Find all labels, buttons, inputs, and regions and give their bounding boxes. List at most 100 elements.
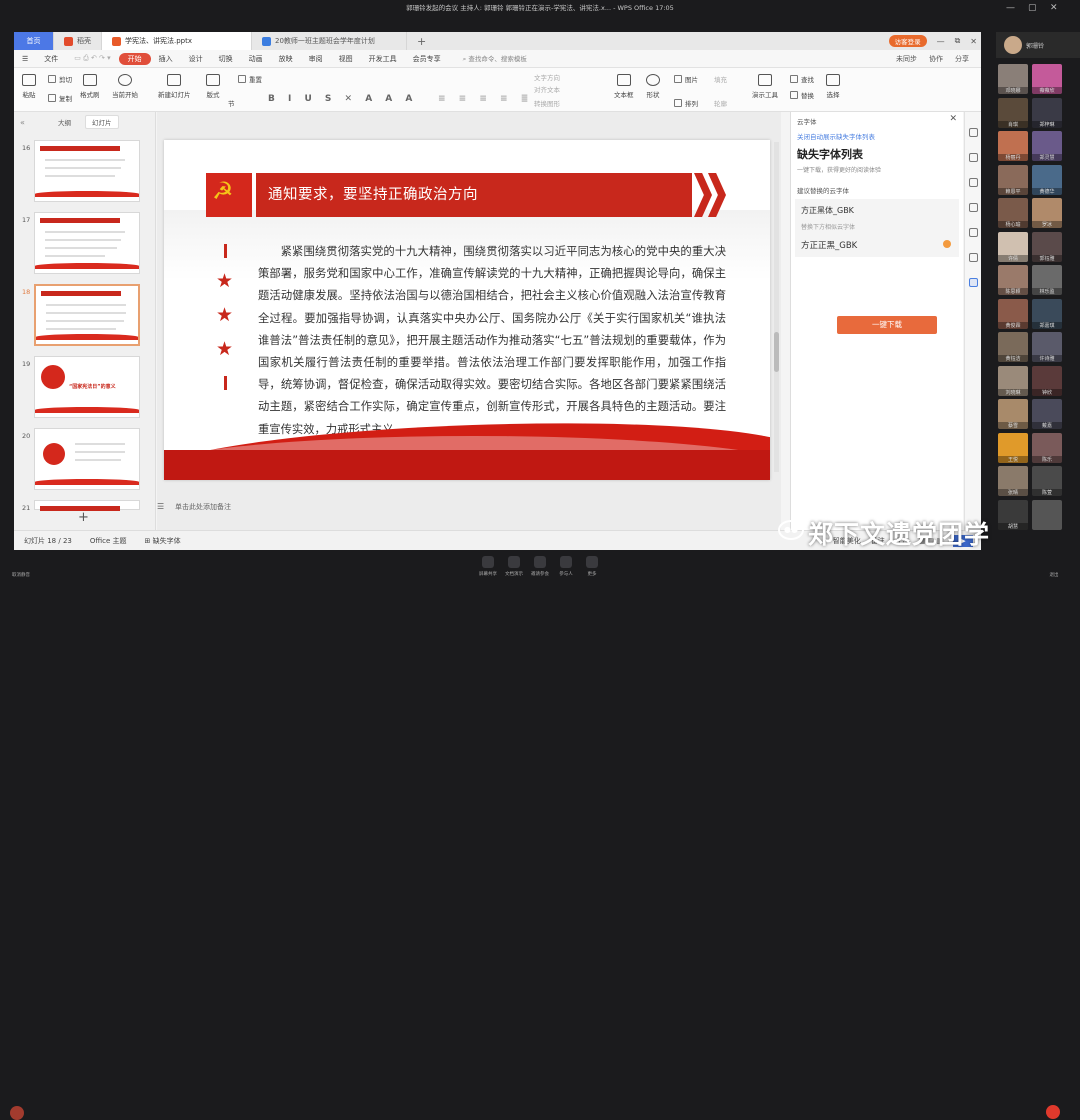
sync-status[interactable]: 未同步 <box>896 54 917 64</box>
invite-button[interactable]: 邀请参会 <box>526 556 554 577</box>
menu-transition[interactable]: 切换 <box>211 54 241 64</box>
participants-button[interactable]: 参与人 <box>552 556 580 577</box>
convert-smartart-button[interactable]: 转换图形 <box>534 98 560 108</box>
close-icon[interactable]: ✕ <box>970 37 977 46</box>
font-format-icons[interactable]: B I U S ✕ A A A <box>268 94 417 104</box>
participant-tile[interactable]: 肖琪 <box>998 97 1028 128</box>
section-button[interactable]: 节 <box>228 98 235 108</box>
participant-tile[interactable]: 黄钰洁 <box>998 332 1028 362</box>
new-slide-button[interactable]: 新建幻灯片 <box>158 74 191 99</box>
align-text-button[interactable]: 对齐文本 <box>534 84 560 94</box>
participant-tile[interactable]: 郭钰雅 <box>1032 231 1062 262</box>
maximize-icon[interactable]: ▢ <box>1028 3 1037 13</box>
restore-icon[interactable]: ⧉ <box>955 36 961 46</box>
participant-tile[interactable]: 蔡雪 <box>998 399 1028 429</box>
minimize-icon[interactable]: — <box>937 37 945 46</box>
reset-button[interactable]: 重置 <box>238 74 262 84</box>
participant-tile[interactable]: 王悦 <box>998 432 1028 463</box>
scrollbar-thumb[interactable] <box>774 332 779 372</box>
vertical-scrollbar[interactable] <box>774 142 779 472</box>
layout-button[interactable]: 版式 <box>206 74 220 99</box>
add-slide-icon[interactable]: + <box>78 510 89 525</box>
current-slide[interactable]: ☭ 通知要求，要坚持正确政治方向 ★ ★ ★ 紧紧围绕贯彻落实党的十九大精神，围… <box>164 140 770 480</box>
participant-tile[interactable]: 罗冰 <box>1032 198 1062 228</box>
slide-thumbnail-19[interactable]: “国家宪法日”的意义 <box>34 356 140 418</box>
adjust-icon[interactable] <box>968 128 978 137</box>
participant-tile[interactable]: 刘晓琳 <box>998 365 1028 396</box>
slide-thumbnail-20[interactable] <box>34 428 140 490</box>
slide-thumbnail-17[interactable] <box>34 212 140 274</box>
menu-design[interactable]: 设计 <box>181 54 211 64</box>
more-button[interactable]: 更多 <box>578 556 606 577</box>
participant-tile[interactable]: 郑梓琳 <box>1032 97 1062 128</box>
paragraph-icons[interactable]: ≡ ≡ ≡ ≡ ≣ <box>438 94 533 104</box>
slideshow-tools-button[interactable]: 演示工具 <box>752 74 778 99</box>
one-click-download-button[interactable]: 一键下载 <box>837 316 937 334</box>
picture-button[interactable]: 图片 <box>674 74 698 84</box>
tab-outline[interactable]: 大纲 <box>58 117 71 127</box>
format-painter-button[interactable]: 格式刷 <box>80 74 100 99</box>
menu-member[interactable]: 会员专享 <box>405 54 449 64</box>
text-box-button[interactable]: 文本框 <box>614 74 634 99</box>
screen-share-button[interactable]: 屏幕共享 <box>474 556 502 577</box>
menu-developer[interactable]: 开发工具 <box>361 54 405 64</box>
font-icon[interactable] <box>968 278 978 287</box>
drag-handle-icon[interactable]: ☰ <box>157 502 167 511</box>
command-search[interactable]: ⌕ 查找命令、搜索模板 <box>463 53 527 64</box>
outline-button[interactable]: 轮廓 <box>714 98 727 108</box>
select-button[interactable]: 选择 <box>826 74 840 99</box>
participant-tile[interactable]: 黄德华 <box>1032 164 1062 195</box>
shape-button[interactable]: 形状 <box>646 74 660 99</box>
participant-tile[interactable]: 陈萱 <box>1032 466 1062 496</box>
text-direction-button[interactable]: 文字方向 <box>534 72 560 82</box>
find-button[interactable]: 查找 <box>790 74 814 84</box>
participant-tile[interactable]: 杨心瑜 <box>998 198 1028 228</box>
participant-tile[interactable]: 陈乐 <box>1032 432 1062 463</box>
menu-review[interactable]: 审阅 <box>301 54 331 64</box>
fill-button[interactable]: 填充 <box>714 74 727 84</box>
notes-area[interactable]: ☰ 单击此处添加备注 <box>157 496 781 516</box>
menu-view[interactable]: 视图 <box>331 54 361 64</box>
login-button[interactable]: 访客登录 <box>888 35 927 47</box>
participant-tile[interactable]: 薇薇欣 <box>1032 64 1062 94</box>
missing-fonts-status[interactable]: ⊞ 缺失字体 <box>145 536 181 546</box>
transition-icon[interactable] <box>968 178 978 187</box>
arrange-button[interactable]: 排列 <box>674 98 698 108</box>
participant-tile[interactable]: 张晴 <box>998 466 1028 496</box>
comment-icon[interactable] <box>968 228 978 237</box>
participant-tile[interactable]: 郑灵慧 <box>1032 131 1062 161</box>
menu-animation[interactable]: 动画 <box>241 54 271 64</box>
quick-access-icons[interactable]: ▭ ⎙ ↶ ↷ ▾ <box>66 54 118 63</box>
cut-button[interactable]: 剪切 <box>48 74 72 84</box>
new-tab-icon[interactable]: + <box>407 32 436 50</box>
collapse-panel-icon[interactable]: « <box>20 118 25 127</box>
copy-button[interactable]: 复制 <box>48 93 72 103</box>
participant-tile[interactable] <box>1032 499 1062 530</box>
tab-slides[interactable]: 幻灯片 <box>85 115 119 129</box>
location-icon[interactable] <box>968 253 978 262</box>
close-icon[interactable]: ✕ <box>1050 3 1058 13</box>
participant-tile[interactable]: 陈思颖 <box>998 265 1028 295</box>
paste-button[interactable]: 粘贴 <box>22 74 36 99</box>
participant-tile[interactable]: 钟欣 <box>1032 365 1062 396</box>
document-present-button[interactable]: 文档演示 <box>500 556 528 577</box>
close-auto-show-link[interactable]: 关闭自动展示缺失字体列表 <box>791 128 963 144</box>
participant-tile[interactable]: 邓晓娜 <box>998 64 1028 94</box>
minimize-icon[interactable]: — <box>1006 3 1015 13</box>
collaborate-button[interactable]: 协作 <box>929 54 943 64</box>
menu-start[interactable]: 开始 <box>118 52 151 65</box>
tab-home[interactable]: 首页 <box>14 32 54 50</box>
participant-tile[interactable]: 戴嘉 <box>1032 399 1062 429</box>
participant-tile[interactable]: 许诗雅 <box>1032 332 1062 362</box>
participant-tile[interactable]: 林乐盈 <box>1032 265 1062 295</box>
help-icon[interactable] <box>968 203 978 212</box>
tab-plan[interactable]: 20教师一班主题班会学年度计划 <box>252 32 407 50</box>
play-from-current-button[interactable]: 当前开始 <box>112 74 138 99</box>
replace-button[interactable]: 替换 <box>790 90 814 100</box>
menu-hamburger-icon[interactable]: ☰ <box>14 55 36 63</box>
participant-tile[interactable]: 胡慧 <box>998 499 1028 530</box>
slide-thumbnail-18[interactable] <box>34 284 140 346</box>
tab-presentation[interactable]: 学宪法、讲宪法.pptx <box>102 32 252 50</box>
participant-tile[interactable]: 赖恩平 <box>998 164 1028 195</box>
slide-thumbnail-16[interactable] <box>34 140 140 202</box>
